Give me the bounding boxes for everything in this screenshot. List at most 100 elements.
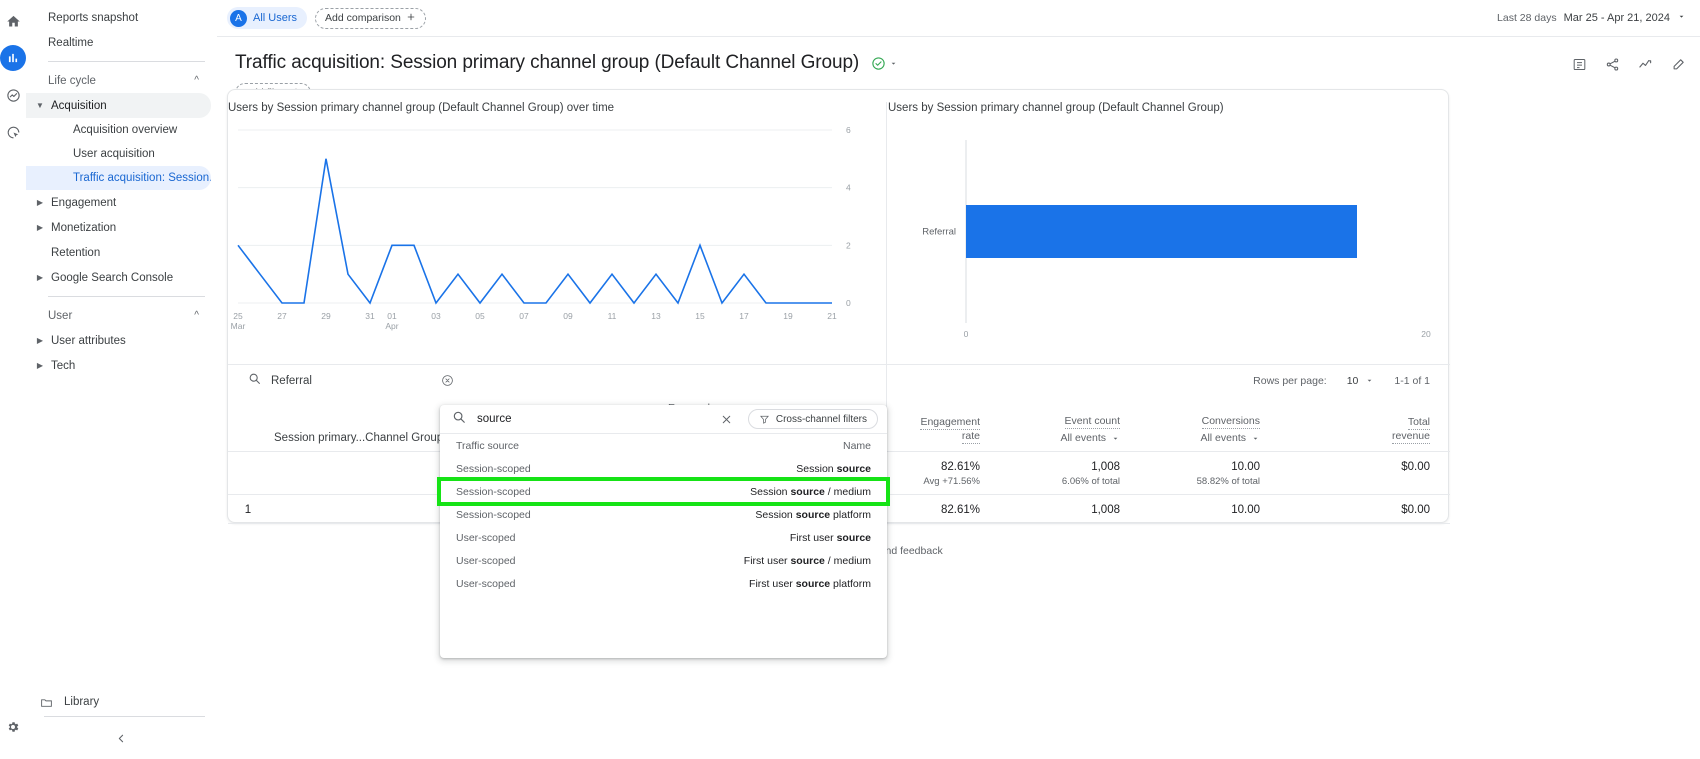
- sidebar-item-acquisition-overview[interactable]: Acquisition overview: [26, 118, 211, 142]
- search-icon: [452, 410, 466, 429]
- dimension-select[interactable]: Session primary...Channel Group): [274, 432, 464, 444]
- advertising-icon[interactable]: [0, 119, 26, 145]
- option-name: Session source: [796, 462, 871, 475]
- sidebar-item-reports-snapshot[interactable]: Reports snapshot: [26, 5, 211, 30]
- sidebar-item-monetization[interactable]: ▶ Monetization: [26, 215, 211, 240]
- status-badge[interactable]: [871, 56, 898, 71]
- sidebar-item-retention[interactable]: Retention: [26, 240, 211, 265]
- chevron-up-icon: ^: [194, 75, 199, 86]
- conversions-scope-select[interactable]: All events: [1200, 432, 1260, 444]
- sidebar-section-label: Life cycle: [48, 74, 96, 87]
- collapse-sidebar-button[interactable]: [111, 727, 133, 749]
- th-index: [228, 396, 268, 452]
- event-count-scope-select[interactable]: All events: [1060, 432, 1120, 444]
- dropdown-scope-header: Traffic source: [456, 439, 520, 452]
- svg-text:27: 27: [277, 311, 287, 321]
- option-name: Session source / medium: [750, 485, 871, 498]
- segment-chip-all-users[interactable]: A All Users: [227, 7, 308, 29]
- th-total-revenue[interactable]: Total revenue: [1278, 396, 1450, 452]
- sidebar-item-library[interactable]: Library: [26, 688, 217, 716]
- sidebar-item-traffic-acquisition[interactable]: Traffic acquisition: Session...: [26, 166, 211, 190]
- dropdown-option[interactable]: User-scoped First user source / medium: [440, 549, 887, 572]
- sidebar-item-engagement[interactable]: ▶ Engagement: [26, 190, 211, 215]
- sidebar-item-label: Acquisition: [51, 99, 107, 112]
- sidebar-item-user-acquisition[interactable]: User acquisition: [26, 142, 211, 166]
- top-bar: A All Users Add comparison Last 28 days …: [217, 0, 1700, 37]
- metric-value: $0.00: [1401, 504, 1430, 516]
- reports-icon[interactable]: [0, 45, 26, 71]
- sidebar-section-label: User: [48, 309, 73, 322]
- bar-chart[interactable]: Users by Session primary channel group (…: [888, 90, 1448, 350]
- date-range-picker[interactable]: Last 28 days Mar 25 - Apr 21, 2024: [1497, 12, 1686, 24]
- sidebar-item-label: Reports snapshot: [48, 11, 139, 24]
- metric-subtext: 58.82% of total: [1196, 476, 1260, 487]
- explore-icon[interactable]: [0, 82, 26, 108]
- svg-text:13: 13: [651, 311, 661, 321]
- gear-icon[interactable]: [0, 714, 26, 740]
- dropdown-option[interactable]: User-scoped First user source: [440, 526, 887, 549]
- dimension-label: Session primary...Channel Group): [274, 432, 447, 444]
- sidebar-item-google-search-console[interactable]: ▶ Google Search Console: [26, 265, 211, 290]
- th-event-count[interactable]: Event count All events: [998, 396, 1138, 452]
- sidebar-divider-2: [48, 296, 205, 297]
- th-conversions[interactable]: Conversions All events: [1138, 396, 1278, 452]
- sidebar-item-label: Traffic acquisition: Session...: [73, 172, 211, 184]
- clear-search-icon[interactable]: [441, 374, 454, 387]
- clear-dropdown-search-icon[interactable]: [716, 413, 737, 426]
- table-search[interactable]: [248, 372, 463, 390]
- dropdown-option[interactable]: Session-scoped Session source: [440, 457, 887, 480]
- sidebar-item-realtime[interactable]: Realtime: [26, 30, 211, 55]
- th-sub: All events: [1200, 432, 1246, 444]
- svg-text:20: 20: [1421, 329, 1431, 339]
- share-icon[interactable]: [1605, 57, 1620, 72]
- edit-comparison-icon[interactable]: [1572, 57, 1587, 72]
- sidebar-item-tech[interactable]: ▶ Tech: [26, 353, 211, 378]
- th-inner: Conversions All events: [1200, 415, 1260, 444]
- customize-icon[interactable]: [1671, 57, 1686, 72]
- sidebar-section-user[interactable]: User ^: [26, 303, 211, 328]
- add-comparison-button[interactable]: Add comparison: [315, 7, 426, 29]
- search-icon: [248, 372, 261, 390]
- search-input[interactable]: [271, 374, 431, 387]
- cross-channel-filters-button[interactable]: Cross-channel filters: [747, 409, 878, 429]
- rows-per-page-select[interactable]: 10: [1347, 375, 1375, 387]
- rows-per-page-label: Rows per page:: [1253, 374, 1327, 387]
- date-range-value: Mar 25 - Apr 21, 2024: [1563, 12, 1670, 24]
- row-index: 1: [228, 494, 268, 524]
- row-metric-cell: $0.00: [1278, 451, 1450, 495]
- sidebar-item-acquisition[interactable]: ▼ Acquisition: [26, 93, 211, 118]
- th-line1: Conversions: [1201, 415, 1260, 429]
- metric-value: $0.00: [1401, 461, 1430, 473]
- sidebar-item-label: User acquisition: [73, 148, 155, 160]
- dropdown-option[interactable]: User-scoped First user source platform: [440, 572, 887, 595]
- caret-right-icon: ▶: [36, 197, 44, 207]
- home-icon[interactable]: [0, 8, 26, 34]
- dropdown-option[interactable]: Session-scoped Session source / medium: [437, 477, 890, 506]
- segment-avatar: A: [230, 9, 247, 27]
- svg-text:0: 0: [846, 298, 851, 308]
- metric-subtext: 6.06% of total: [1061, 476, 1120, 487]
- date-range-prefix: Last 28 days: [1497, 12, 1557, 24]
- pagination-range: 1-1 of 1: [1394, 374, 1430, 387]
- metric-value: 10.00: [1231, 461, 1260, 473]
- option-name: First user source / medium: [743, 554, 871, 567]
- dropdown-search-input[interactable]: [477, 413, 705, 425]
- chevron-down-icon: [1113, 437, 1118, 440]
- library-icon: [40, 696, 53, 709]
- dimension-picker-dropdown[interactable]: Cross-channel filters Traffic source Nam…: [437, 405, 890, 658]
- chevron-up-icon: ^: [194, 310, 199, 321]
- option-scope: Session-scoped: [456, 508, 531, 521]
- line-chart-plot: 0 2 4 6 25Mar 27 29 31 01Apr 03 05 07 09 11 13 15 17 19 2…: [231, 125, 851, 331]
- metric-value: 1,008: [1091, 504, 1120, 516]
- sidebar-section-life-cycle[interactable]: Life cycle ^: [26, 68, 211, 93]
- dropdown-option[interactable]: Session-scoped Session source platform: [440, 503, 887, 526]
- sidebar-item-label: Google Search Console: [51, 271, 174, 284]
- insights-icon[interactable]: [1638, 57, 1653, 72]
- caret-right-icon: ▶: [36, 222, 44, 232]
- svg-text:11: 11: [608, 311, 617, 321]
- sidebar-item-label: User attributes: [51, 334, 126, 347]
- line-chart[interactable]: Users by Session primary channel group (…: [228, 90, 888, 350]
- sidebar-item-user-attributes[interactable]: ▶ User attributes: [26, 328, 211, 353]
- row-metric-cell: 1,008 6.06% of total: [998, 451, 1138, 495]
- charts-area: Users by Session primary channel group (…: [228, 90, 1448, 508]
